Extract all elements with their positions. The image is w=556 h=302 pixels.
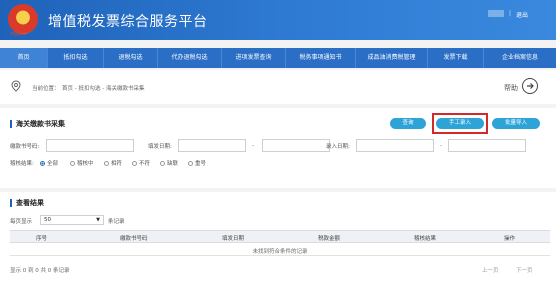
radio-duplicate[interactable]: 重号 [188, 159, 206, 167]
fill-date-end-input[interactable] [262, 139, 330, 152]
section-title-collect: 海关缴款书采集 [16, 120, 65, 128]
radio-match[interactable]: 相符 [104, 159, 122, 167]
prev-page-button[interactable]: 上一页 [482, 266, 499, 274]
fill-date-range-separator: - [252, 142, 255, 149]
page-size-value: 50 [44, 217, 51, 223]
col-header-check-result: 稽核结果 [414, 236, 437, 242]
col-header-bill-no: 缴款书号码 [120, 236, 148, 242]
breadcrumb: 首页 - 抵扣勾选 - 海关缴款书采集 [62, 86, 145, 92]
batch-import-button[interactable]: 批量导入 [492, 118, 540, 129]
nav-item-refund[interactable]: 退税勾选 [104, 48, 158, 68]
page-size-select[interactable]: 50 ▼ [40, 215, 104, 225]
header-separator: | [509, 10, 512, 17]
next-page-button[interactable]: 下一页 [516, 266, 533, 274]
nav-item-tax-notice[interactable]: 税务事项通知书 [286, 48, 356, 68]
nav-item-oil-tax[interactable]: 成品油消费税管理 [356, 48, 428, 68]
fill-date-start-input[interactable] [178, 139, 246, 152]
radio-checking[interactable]: 稽核中 [70, 159, 94, 167]
radio-checked-icon [40, 160, 45, 166]
radio-icon [104, 160, 109, 166]
radio-missing[interactable]: 缺联 [160, 159, 178, 167]
page-size-suffix: 条记录 [108, 219, 125, 225]
page-size-prefix: 每页显示 [10, 219, 33, 225]
highlight-box [432, 113, 488, 134]
fill-date-label: 填发日期: [148, 144, 172, 150]
radio-icon [132, 160, 137, 166]
query-button[interactable]: 查询 [390, 118, 426, 129]
table-header: 序号 缴款书号码 填发日期 税款金额 稽核结果 操作 [10, 230, 550, 243]
bill-no-input[interactable] [46, 139, 134, 152]
entry-date-label: 录入日期: [326, 144, 350, 150]
caret-down-icon: ▼ [96, 217, 100, 223]
entry-date-end-input[interactable] [448, 139, 526, 152]
entry-date-start-input[interactable] [356, 139, 434, 152]
main-nav: 首页 抵扣勾选 退税勾选 代办退税勾选 进项发票查询 税务事项通知书 成品油消费… [0, 48, 556, 68]
breadcrumb-label: 当前位置： [32, 86, 60, 92]
app-title: 增值税发票综合服务平台 [48, 14, 208, 30]
empty-message: 未找到符合条件的记录 [252, 249, 308, 255]
radio-icon [70, 160, 75, 166]
col-header-tax-amount: 税款金额 [318, 236, 341, 242]
section-marker [10, 120, 12, 128]
nav-item-invoice-query[interactable]: 进项发票查询 [222, 48, 286, 68]
col-header-actions: 操作 [504, 236, 516, 242]
check-result-label: 稽核结果: [10, 161, 34, 167]
radio-mismatch[interactable]: 不符 [132, 159, 150, 167]
table-empty-row: 未找到符合条件的记录 [10, 244, 550, 256]
section-marker [10, 199, 12, 207]
section-title-results: 查看结果 [16, 199, 44, 207]
bill-no-label: 缴款书号码: [10, 144, 40, 150]
help-label[interactable]: 帮助 [504, 83, 518, 93]
nav-item-company-profile[interactable]: 企业档案信息 [484, 48, 556, 68]
app-header: 中国税务 增值税发票综合服务平台 | 退出 [0, 0, 556, 40]
logo-text: 中国税务 [10, 31, 26, 36]
radio-icon [160, 160, 165, 166]
tax-emblem-icon [8, 4, 38, 34]
help-arrow-icon[interactable] [522, 78, 538, 94]
radio-all[interactable]: 全部 [40, 159, 58, 167]
col-header-index: 序号 [36, 236, 48, 242]
location-icon [11, 80, 21, 92]
nav-item-home[interactable]: 首页 [0, 48, 48, 68]
user-name-masked [488, 10, 504, 17]
col-header-fill-date: 填发日期 [222, 236, 245, 242]
nav-item-agent-refund[interactable]: 代办退税勾选 [158, 48, 222, 68]
radio-icon [188, 160, 193, 166]
record-info: 显示 0 到 0 共 0 条记录 [10, 268, 70, 274]
nav-item-deduction[interactable]: 抵扣勾选 [48, 48, 104, 68]
entry-date-range-separator: - [440, 142, 443, 149]
logout-link[interactable]: 退出 [516, 10, 528, 19]
breadcrumb-bar: 当前位置： 首页 - 抵扣勾选 - 海关缴款书采集 帮助 [0, 70, 556, 104]
nav-item-invoice-download[interactable]: 发票下载 [428, 48, 484, 68]
